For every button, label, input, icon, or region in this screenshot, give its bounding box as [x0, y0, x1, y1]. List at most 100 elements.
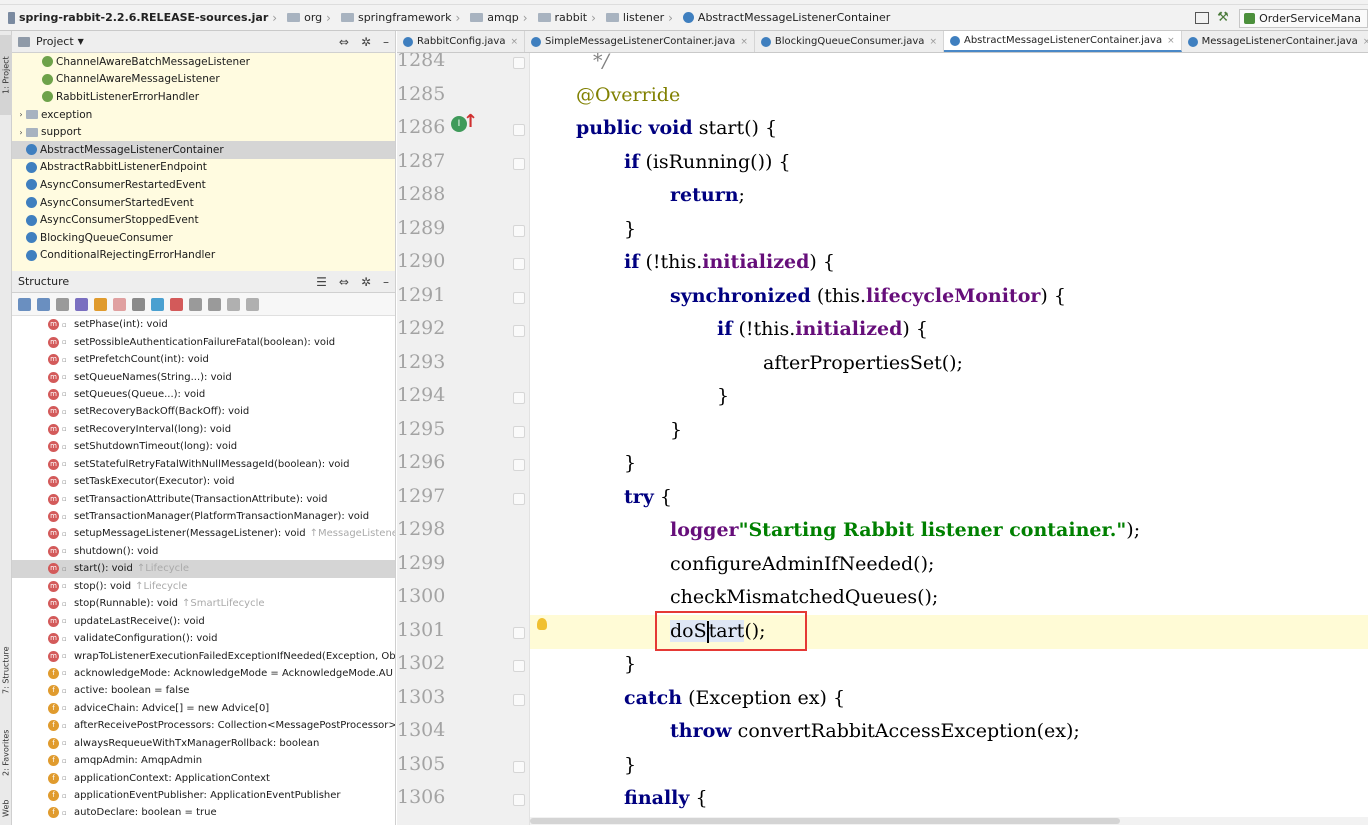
structure-item[interactable]: m ▫ updateLastReceive(): void	[12, 612, 395, 629]
structure-item[interactable]: m ▫ setQueues(Queue...): void	[12, 386, 395, 403]
structure-item[interactable]: m ▫ stop(Runnable): void ↑SmartLifecycle	[12, 595, 395, 612]
fold-marker-icon[interactable]	[513, 425, 525, 438]
project-tree-item[interactable]: AsyncConsumerRestartedEvent	[12, 176, 395, 194]
structure-item[interactable]: f ▫ applicationEventPublisher: Application…	[12, 787, 395, 804]
breadcrumb-item[interactable]: spring-rabbit-2.2.6.RELEASE-sources.jar ›	[0, 11, 279, 25]
code-line[interactable]: if (!this.initialized) {	[624, 250, 835, 274]
structure-item[interactable]: f ▫ active: boolean = false	[12, 682, 395, 699]
fold-marker-icon[interactable]	[513, 224, 525, 237]
project-tree-item[interactable]: RabbitListenerErrorHandler	[12, 88, 395, 106]
project-tree-item[interactable]: AsyncConsumerStartedEvent	[12, 194, 395, 212]
tool-tab-web[interactable]: Web	[0, 791, 12, 825]
structure-item[interactable]: m ▫ wrapToListenerExecutionFailedException…	[12, 647, 395, 664]
tool-tab-project[interactable]: 1: Project	[0, 35, 12, 115]
structure-item[interactable]: m ▫ start(): void ↑Lifecycle	[12, 560, 395, 578]
show-inherited-icon[interactable]	[56, 297, 69, 311]
code-line[interactable]: }	[624, 451, 636, 475]
collapse-all-icon[interactable]: ⇔	[339, 275, 349, 289]
editor-tab[interactable]: MessageListenerContainer.java ×	[1182, 31, 1368, 52]
show-anonymous-icon[interactable]	[151, 297, 164, 311]
fold-marker-icon[interactable]	[513, 459, 525, 471]
structure-item[interactable]: m ▫ setShutdownTimeout(long): void	[12, 438, 395, 455]
project-tree-item[interactable]: › support	[12, 123, 395, 141]
override-arrow-icon[interactable]: ↑	[463, 111, 478, 132]
editor-tab[interactable]: SimpleMessageListenerContainer.java ×	[525, 31, 755, 52]
build-hammer-icon[interactable]: ⚒	[1217, 11, 1231, 25]
fold-marker-icon[interactable]	[513, 392, 525, 404]
gear-icon[interactable]: ✲	[361, 35, 371, 49]
close-tab-icon[interactable]: ×	[1167, 36, 1175, 46]
code-line[interactable]: }	[670, 418, 682, 442]
structure-item[interactable]: f ▫ applicationContext: ApplicationContext	[12, 769, 395, 786]
structure-item[interactable]: f ▫ amqpAdmin: AmqpAdmin	[12, 752, 395, 769]
code-line[interactable]: synchronized (this.lifecycleMonitor) {	[670, 284, 1066, 308]
code-line[interactable]: catch (Exception ex) {	[624, 686, 845, 710]
structure-item[interactable]: f ▫ adviceChain: Advice[] = new Advice[0]	[12, 700, 395, 717]
close-tab-icon[interactable]: ×	[1363, 37, 1368, 47]
breadcrumb-item[interactable]: listener ›	[598, 11, 675, 25]
show-non-public-icon[interactable]	[113, 297, 126, 311]
code-line[interactable]: afterPropertiesSet();	[763, 351, 963, 375]
structure-item[interactable]: m ▫ setRecoveryBackOff(BackOff): void	[12, 403, 395, 420]
fold-marker-icon[interactable]	[513, 693, 525, 706]
structure-item[interactable]: m ▫ shutdown(): void	[12, 543, 395, 560]
show-properties-icon[interactable]	[75, 297, 88, 311]
code-line[interactable]: return;	[670, 183, 745, 207]
gear-icon[interactable]: ✲	[361, 275, 371, 289]
structure-item[interactable]: m ▫ setTransactionManager(PlatformTransact…	[12, 508, 395, 525]
code-line[interactable]: if (!this.initialized) {	[717, 317, 928, 341]
code-line[interactable]: configureAdminIfNeeded();	[670, 552, 934, 576]
breadcrumb-item[interactable]: org ›	[279, 11, 333, 25]
code-line[interactable]: throw convertRabbitAccessException(ex);	[670, 719, 1080, 743]
structure-item[interactable]: f ▫ acknowledgeMode: AcknowledgeMode = Ack…	[12, 665, 395, 682]
hide-panel-icon[interactable]: –	[383, 35, 389, 49]
run-configuration-selector[interactable]: OrderServiceMana	[1239, 8, 1368, 28]
collapse-all-icon[interactable]: ⇔	[339, 35, 349, 49]
code-line[interactable]: }	[624, 652, 636, 676]
expand-all-icon[interactable]: ☰	[316, 275, 327, 289]
chevron-right-icon[interactable]: ›	[16, 110, 26, 119]
sort-alpha-icon[interactable]	[37, 297, 50, 311]
fold-marker-icon[interactable]	[513, 258, 525, 270]
hide-panel-icon[interactable]: –	[383, 275, 389, 289]
structure-item[interactable]: m ▫ setPossibleAuthenticationFailureFatal(…	[12, 333, 395, 350]
code-line[interactable]: try {	[624, 485, 672, 509]
structure-item[interactable]: m ▫ setQueueNames(String...): void	[12, 368, 395, 385]
structure-item[interactable]: m ▫ setRecoveryInterval(long): void	[12, 421, 395, 438]
structure-item[interactable]: m ▫ setStatefulRetryFatalWithNullMessageId…	[12, 456, 395, 473]
close-tab-icon[interactable]: ×	[929, 37, 937, 47]
code-line[interactable]: }	[624, 217, 636, 241]
project-panel-title[interactable]: Project	[36, 35, 74, 48]
fold-marker-icon[interactable]	[513, 325, 525, 337]
editor-tab[interactable]: RabbitConfig.java ×	[397, 31, 526, 52]
close-tab-icon[interactable]: ×	[510, 37, 518, 47]
fold-marker-icon[interactable]	[513, 626, 525, 639]
structure-item[interactable]: f ▫ alwaysRequeueWithTxManagerRollback: bo…	[12, 735, 395, 752]
code-editor[interactable]: 1284 1285 1286 1287 1288 1289 1290 1291 1292 1293…	[397, 53, 1368, 825]
code-line[interactable]: }	[624, 753, 636, 777]
show-lambda-icon[interactable]	[170, 297, 183, 311]
structure-item[interactable]: m ▫ setTransactionAttribute(TransactionAtt…	[12, 490, 395, 507]
tool-tab-structure[interactable]: 7: Structure	[0, 629, 12, 711]
code-line[interactable]: finally {	[624, 786, 708, 810]
code-line[interactable]: logger"Starting Rabbit listener containe…	[670, 518, 1140, 542]
tool-tab-favorites[interactable]: 2: Favorites	[0, 713, 12, 793]
breadcrumb-item[interactable]: springframework ›	[333, 11, 462, 25]
breadcrumb-item[interactable]: rabbit ›	[530, 11, 598, 25]
close-tab-icon[interactable]: ×	[740, 37, 748, 47]
fold-marker-icon[interactable]	[513, 660, 525, 672]
project-tree-item[interactable]: AsyncConsumerStoppedEvent	[12, 211, 395, 229]
fold-marker-icon[interactable]	[513, 57, 525, 69]
fold-marker-icon[interactable]	[513, 492, 525, 505]
fold-marker-icon[interactable]	[513, 760, 525, 773]
show-lambdas-icon[interactable]	[132, 297, 145, 311]
project-tree-item[interactable]: ConditionalRejectingErrorHandler	[12, 247, 395, 265]
fold-marker-icon[interactable]	[513, 794, 525, 806]
editor-tab[interactable]: BlockingQueueConsumer.java ×	[755, 31, 944, 52]
project-tree-item[interactable]: BlockingQueueConsumer	[12, 229, 395, 247]
breadcrumb-item[interactable]: AbstractMessageListenerContainer	[675, 11, 892, 24]
fold-marker-icon[interactable]	[513, 157, 525, 170]
structure-item[interactable]: m ▫ validateConfiguration(): void	[12, 630, 395, 647]
code-line[interactable]: }	[717, 384, 729, 408]
window-layout-icon[interactable]	[1195, 12, 1210, 24]
